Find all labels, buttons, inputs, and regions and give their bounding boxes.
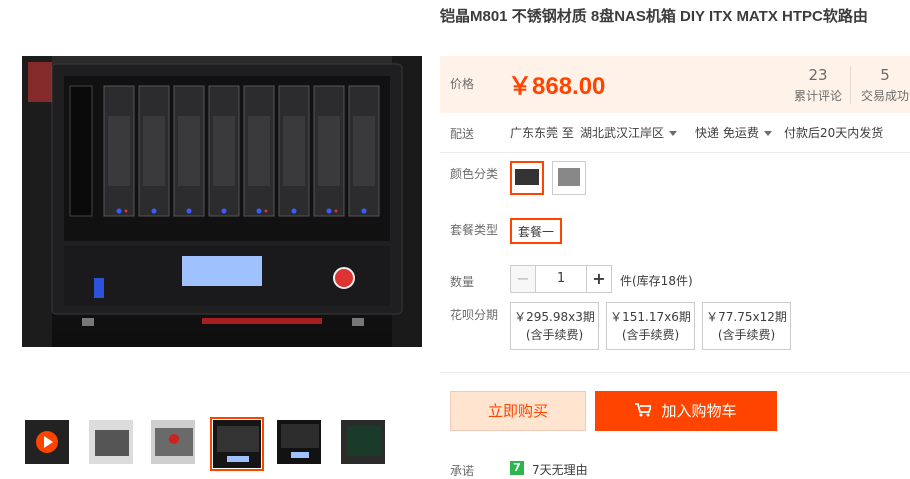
quantity-label: 数量 (450, 275, 475, 289)
shipping-destination-text: 湖北武汉江岸区 (580, 126, 665, 140)
add-to-cart-button[interactable]: 加入购物车 (595, 391, 777, 431)
thumbnail-5[interactable] (274, 417, 324, 467)
package-label: 套餐类型 (450, 223, 499, 237)
reviews-label: 累计评论 (793, 89, 842, 103)
play-icon (36, 431, 58, 453)
sales-count: 5 (880, 66, 890, 84)
video-thumbnail[interactable] (22, 417, 72, 467)
shipping-label: 配送 (450, 127, 475, 141)
shipping-courier[interactable]: 快递 免运费 (695, 124, 772, 141)
shipping-destination[interactable]: 湖北武汉江岸区 (580, 124, 678, 141)
promise-label: 承诺 (450, 464, 475, 478)
color-option-2[interactable] (552, 161, 586, 195)
quantity-input[interactable]: 1 (535, 265, 587, 293)
add-to-cart-label: 加入购物车 (661, 402, 737, 420)
price-value: ￥868.00 (508, 73, 606, 100)
seven-day-return-icon: 7 (510, 461, 524, 475)
installment-amount: ￥295.98x3期 (514, 310, 595, 324)
package-option-selected[interactable]: 套餐一 (510, 218, 563, 244)
thumbnail-6[interactable] (338, 417, 388, 467)
stock-info: 件(库存18件) (620, 274, 693, 288)
promise-text[interactable]: 7天无理由 (532, 461, 588, 478)
installment-fee: (含手续费) (717, 328, 776, 342)
installment-option-3[interactable]: ￥295.98x3期 (含手续费) (510, 302, 599, 350)
divider (440, 372, 910, 373)
installment-option-12[interactable]: ￥77.75x12期 (含手续费) (702, 302, 791, 350)
product-info: 铠晶M801 不锈钢材质 8盘NAS机箱 DIY ITX MATX HTPC软路… (440, 0, 910, 478)
divider (440, 152, 910, 153)
divider (850, 66, 851, 104)
thumbnail-strip (22, 417, 432, 471)
quantity-decrease-button[interactable]: − (510, 265, 536, 293)
price-label: 价格 (450, 77, 475, 91)
installment-amount: ￥151.17x6期 (610, 310, 691, 324)
installment-option-6[interactable]: ￥151.17x6期 (含手续费) (606, 302, 695, 350)
shopping-cart-icon (635, 403, 652, 417)
thumbnail-3[interactable] (148, 417, 198, 467)
reviews-stat[interactable]: 23 累计评论 (788, 66, 848, 104)
price-panel: 价格 ￥868.00 23 累计评论 5 交易成功 (440, 56, 910, 113)
product-title: 铠晶M801 不锈钢材质 8盘NAS机箱 DIY ITX MATX HTPC软路… (440, 8, 868, 25)
installment-label: 花呗分期 (450, 308, 499, 322)
thumbnail-4[interactable] (210, 417, 264, 471)
buy-now-button[interactable]: 立即购买 (450, 391, 586, 431)
installment-fee: (含手续费) (621, 328, 680, 342)
chevron-down-icon (763, 131, 772, 136)
shipping-courier-text: 快递 免运费 (695, 126, 759, 140)
color-option-1[interactable] (510, 161, 544, 195)
installment-fee: (含手续费) (525, 328, 584, 342)
chevron-down-icon (669, 131, 678, 136)
thumbnail-2[interactable] (86, 417, 136, 467)
quantity-increase-button[interactable]: + (586, 265, 612, 293)
sales-label: 交易成功 (860, 89, 909, 103)
color-label: 颜色分类 (450, 167, 499, 181)
main-product-image[interactable] (22, 56, 422, 347)
shipping-from: 广东东莞 至 (510, 126, 574, 140)
gallery (0, 0, 430, 478)
shipping-note: 付款后20天内发货 (784, 126, 884, 140)
sales-stat: 5 交易成功 (855, 66, 910, 104)
reviews-count: 23 (808, 66, 828, 84)
installment-amount: ￥77.75x12期 (706, 310, 787, 324)
